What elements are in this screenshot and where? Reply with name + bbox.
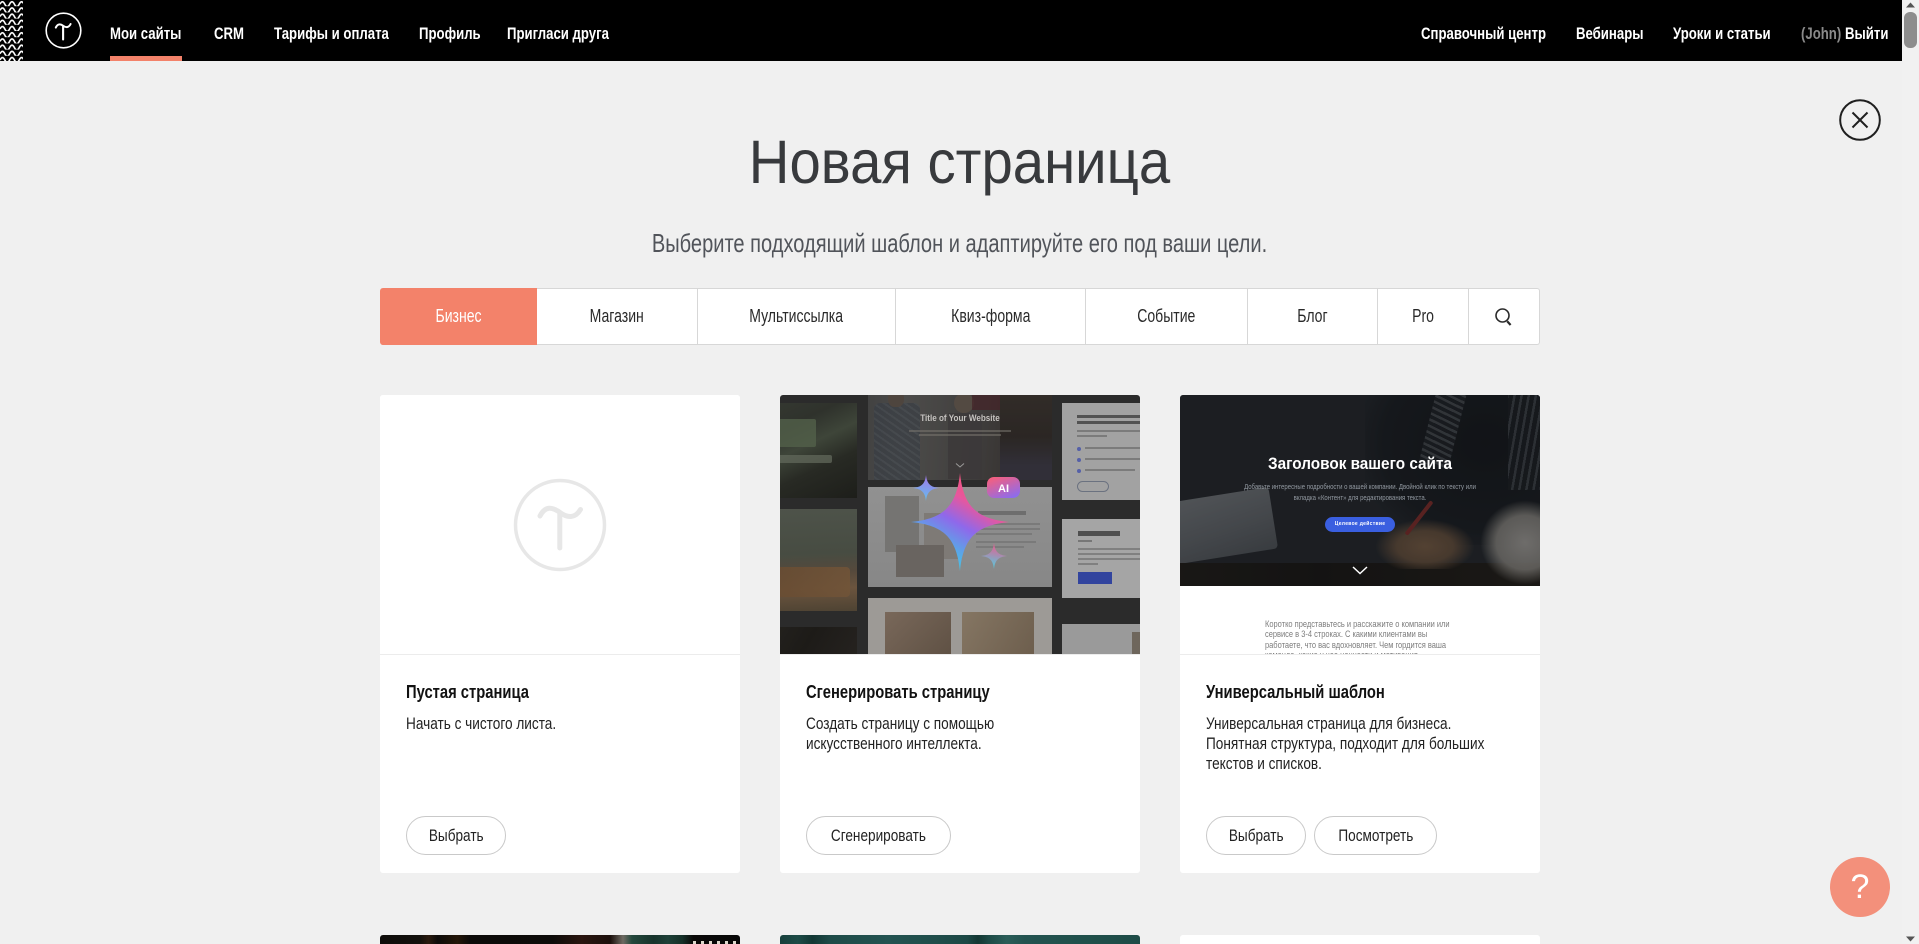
svg-text:AI: AI <box>998 483 1009 495</box>
